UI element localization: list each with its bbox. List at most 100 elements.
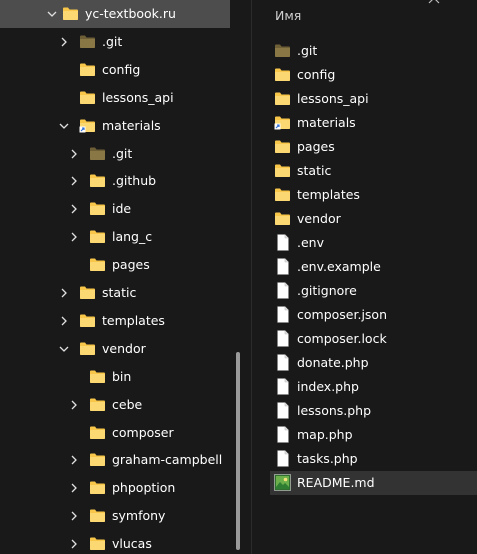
folder-icon (274, 211, 291, 226)
file-icon (277, 378, 289, 395)
tree-item[interactable]: composer (0, 419, 230, 447)
list-item-label: .env (297, 235, 324, 250)
list-item[interactable]: materials (270, 111, 477, 135)
folder-icon (89, 425, 106, 440)
list-item[interactable]: index.php (270, 375, 477, 399)
tree-item-label: lessons_api (102, 89, 174, 105)
list-item[interactable]: lessons.php (270, 399, 477, 423)
tree-item[interactable]: bin (0, 363, 230, 391)
chevron-right-icon[interactable] (67, 202, 81, 216)
list-item[interactable]: .gitignore (270, 279, 477, 303)
tree-item[interactable]: symfony (0, 502, 230, 530)
name-column-header[interactable]: Имя (275, 8, 301, 23)
list-item[interactable]: pages (270, 135, 477, 159)
chevron-right-icon[interactable] (57, 314, 71, 328)
tree-item[interactable]: pages (0, 251, 230, 279)
list-item[interactable]: config (270, 63, 477, 87)
chevron-down-icon[interactable] (57, 119, 71, 133)
list-item-label: config (297, 67, 336, 82)
folder-icon (62, 6, 79, 21)
list-item[interactable]: .env.example (270, 255, 477, 279)
file-icon (277, 426, 289, 443)
list-item[interactable]: lessons_api (270, 87, 477, 111)
file-icon (277, 354, 289, 371)
tree-item[interactable]: yc-textbook.ru (0, 0, 230, 28)
tree-item[interactable]: materials (0, 112, 230, 140)
list-item[interactable]: vendor (270, 207, 477, 231)
chevron-right-icon[interactable] (67, 147, 81, 161)
tree-item-label: yc-textbook.ru (85, 6, 176, 21)
list-item[interactable]: donate.php (270, 351, 477, 375)
tree-item[interactable]: vlucas (0, 530, 230, 554)
folder-icon (79, 285, 96, 300)
chevron-right-icon[interactable] (67, 453, 81, 467)
chevron-right-icon[interactable] (67, 230, 81, 244)
folder-icon (274, 67, 291, 82)
folder-icon (89, 452, 106, 467)
folder-icon (79, 62, 96, 77)
sort-chevron-up-icon (428, 0, 440, 6)
image-file-icon (274, 474, 291, 491)
chevron-right-icon[interactable] (67, 174, 81, 188)
folder-shortcut-icon (79, 118, 96, 133)
chevron-right-icon[interactable] (67, 509, 81, 523)
chevron-right-icon[interactable] (67, 398, 81, 412)
list-item-label: composer.lock (297, 331, 387, 346)
list-item[interactable]: tasks.php (270, 447, 477, 471)
folder-icon (89, 508, 106, 523)
chevron-right-icon[interactable] (67, 481, 81, 495)
tree-item-label: .github (112, 173, 157, 189)
file-list-pane: Имя .git config lessons_api materials pages s… (252, 0, 477, 554)
chevron-down-icon[interactable] (45, 7, 59, 21)
tree-item[interactable]: vendor (0, 335, 230, 363)
tree-item[interactable]: static (0, 279, 230, 307)
list-item[interactable]: README.md (270, 471, 477, 495)
folder-icon (79, 341, 96, 356)
chevron-down-icon[interactable] (57, 342, 71, 356)
list-item-label: static (297, 163, 332, 178)
list-item-label: donate.php (297, 355, 369, 370)
list-item[interactable]: templates (270, 183, 477, 207)
folder-icon (89, 369, 106, 384)
tree-item-label: graham-campbell (112, 452, 223, 468)
list-item[interactable]: composer.lock (270, 327, 477, 351)
folder-dark-icon (79, 34, 96, 49)
tree-item[interactable]: lang_c (0, 223, 230, 251)
folder-shortcut-icon (274, 115, 291, 130)
list-item-label: lessons.php (297, 403, 372, 418)
tree-item[interactable]: config (0, 56, 230, 84)
list-item[interactable]: .env (270, 231, 477, 255)
chevron-right-icon[interactable] (57, 35, 71, 49)
folder-icon (89, 480, 106, 495)
list-item[interactable]: .git (270, 39, 477, 63)
tree-item-label: bin (112, 368, 132, 384)
tree-item[interactable]: lessons_api (0, 84, 230, 112)
tree-item[interactable]: ide (0, 195, 230, 223)
list-item[interactable]: composer.json (270, 303, 477, 327)
tree-item-label: vlucas (112, 536, 152, 552)
navigation-scrollbar[interactable] (236, 352, 240, 550)
tree-item[interactable]: .git (0, 140, 230, 168)
tree-item[interactable]: phpoption (0, 474, 230, 502)
list-item-label: README.md (297, 475, 375, 490)
file-icon (277, 450, 289, 467)
folder-icon (274, 187, 291, 202)
chevron-right-icon[interactable] (67, 537, 81, 551)
tree-item-label: lang_c (112, 229, 153, 245)
list-item-label: map.php (297, 427, 353, 442)
tree-item-label: materials (102, 117, 161, 133)
tree-item[interactable]: cebe (0, 391, 230, 419)
tree-item-label: cebe (112, 396, 143, 412)
list-item-label: pages (297, 139, 335, 154)
file-icon (277, 282, 289, 299)
tree-item[interactable]: graham-campbell (0, 446, 230, 474)
tree-item-label: ide (112, 201, 132, 217)
list-item-label: tasks.php (297, 451, 358, 466)
tree-item[interactable]: .github (0, 167, 230, 195)
list-item[interactable]: static (270, 159, 477, 183)
list-item[interactable]: map.php (270, 423, 477, 447)
tree-item[interactable]: templates (0, 307, 230, 335)
folder-dark-icon (89, 146, 106, 161)
tree-item[interactable]: .git (0, 28, 230, 56)
chevron-right-icon[interactable] (57, 286, 71, 300)
